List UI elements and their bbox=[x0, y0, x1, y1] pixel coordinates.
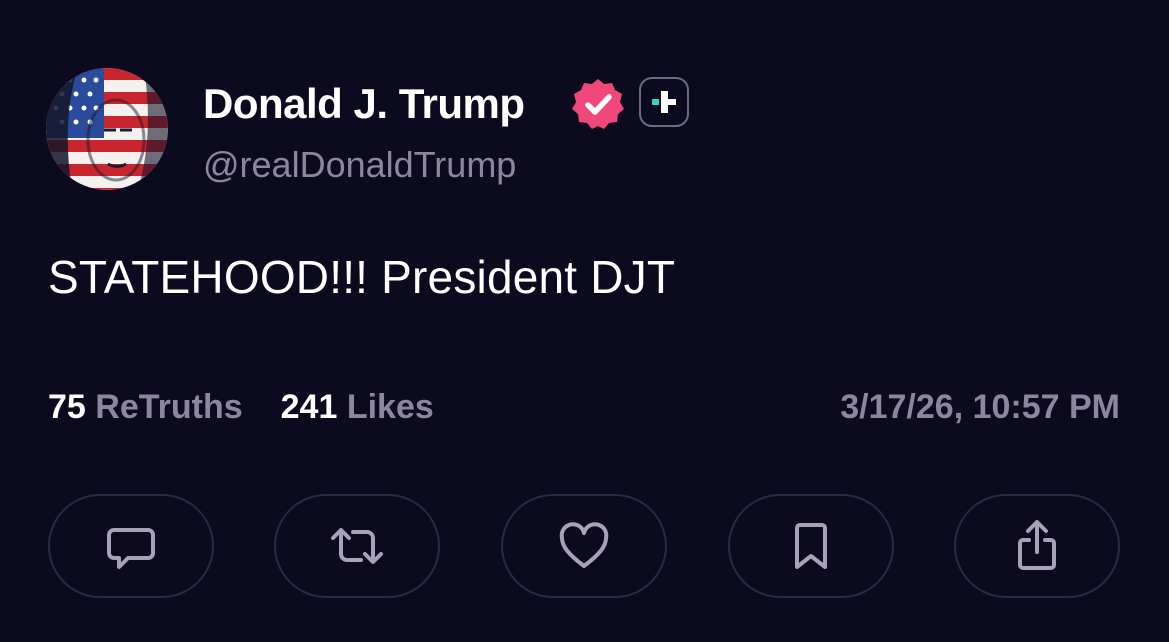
repost-icon bbox=[331, 528, 383, 564]
post-stats: 75 ReTruths 241 Likes bbox=[48, 388, 434, 427]
truth-post: Donald J. Trump @realDonaldTrump STATEHO… bbox=[0, 0, 1169, 642]
likes-count: 241 bbox=[280, 388, 338, 426]
avatar[interactable] bbox=[46, 68, 168, 190]
comment-icon bbox=[107, 528, 155, 569]
american-flag-face-avatar-icon bbox=[46, 68, 168, 190]
post-text: STATEHOOD!!! President DJT bbox=[48, 251, 676, 303]
share-button[interactable] bbox=[954, 494, 1120, 598]
retruths-label: ReTruths bbox=[95, 388, 243, 426]
share-icon bbox=[1018, 520, 1056, 570]
retruth-button[interactable] bbox=[274, 494, 440, 598]
retruths-count: 75 bbox=[48, 388, 86, 426]
bookmark-icon bbox=[795, 523, 827, 569]
truth-plus-icon bbox=[639, 77, 689, 127]
heart-icon bbox=[559, 522, 609, 568]
bookmark-button[interactable] bbox=[728, 494, 894, 598]
reply-button[interactable] bbox=[48, 494, 214, 598]
author-display-name[interactable]: Donald J. Trump bbox=[203, 80, 525, 128]
like-button[interactable] bbox=[501, 494, 667, 598]
post-timestamp: 3/17/26, 10:57 PM bbox=[840, 388, 1120, 426]
retruths-stat[interactable]: 75 ReTruths bbox=[48, 388, 243, 426]
author-handle[interactable]: @realDonaldTrump bbox=[203, 144, 516, 186]
verified-badge-icon bbox=[570, 76, 626, 132]
likes-label: Likes bbox=[346, 388, 434, 426]
likes-stat[interactable]: 241 Likes bbox=[281, 388, 434, 426]
